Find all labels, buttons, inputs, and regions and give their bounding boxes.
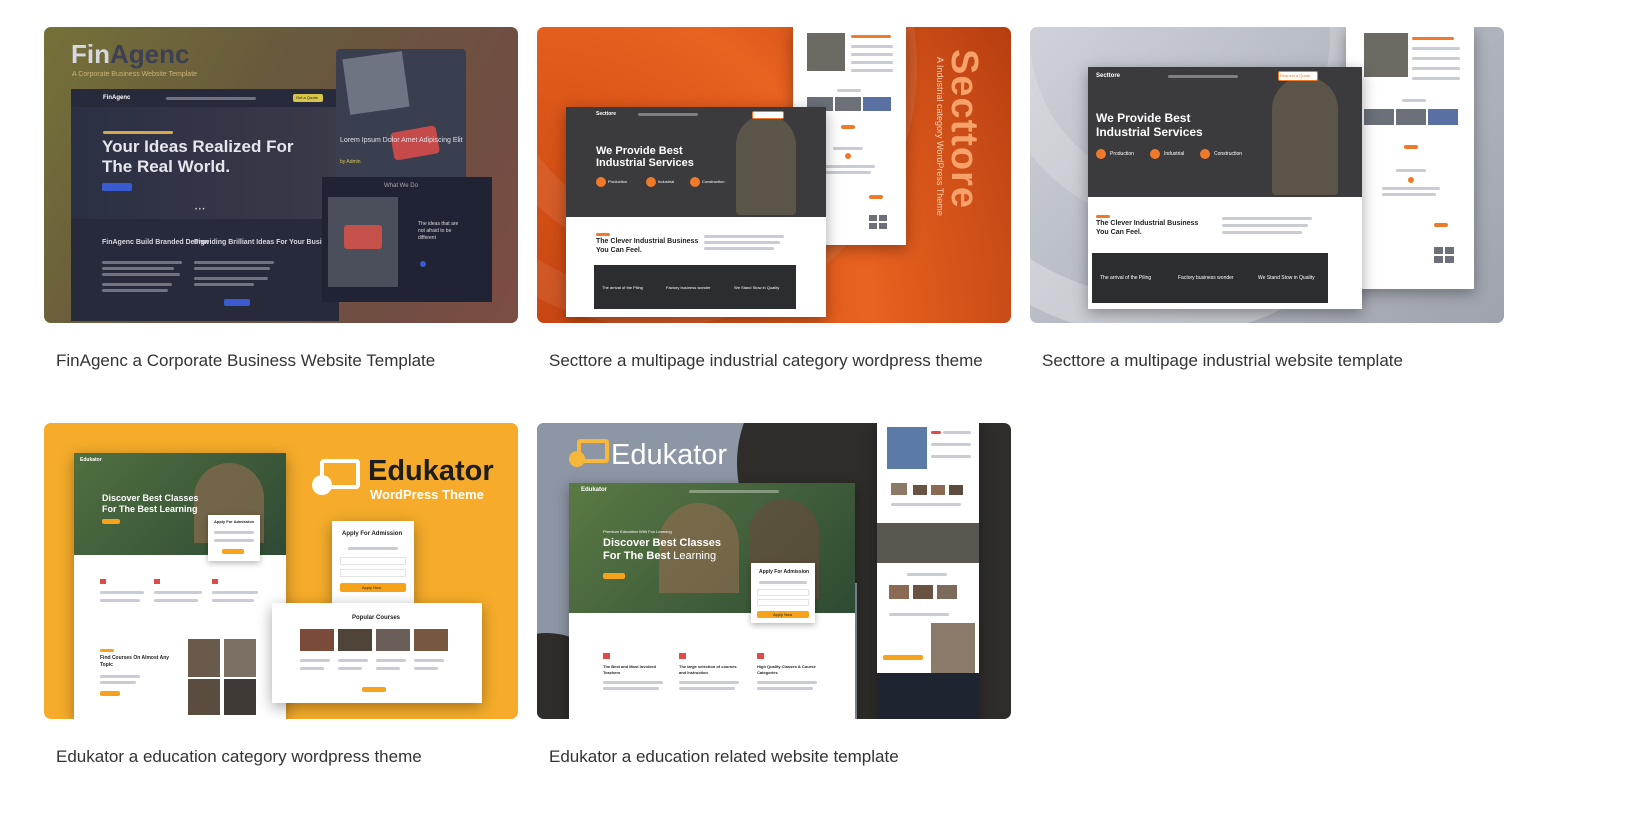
- preview-logo-subtitle: WordPress Theme: [370, 487, 484, 502]
- preview-homepage-mock: Edukator Discover Best Classes For The B…: [74, 453, 286, 719]
- template-preview-image[interactable]: Edukator WordPress Theme Edukator Discov…: [44, 423, 518, 719]
- template-title-link[interactable]: Secttore a multipage industrial category…: [549, 351, 983, 371]
- preview-logo: Edukator: [611, 439, 728, 471]
- preview-brand-vertical: Secttore: [943, 49, 985, 210]
- template-preview-image[interactable]: FinAgenc A Corporate Business Website Te…: [44, 27, 518, 323]
- preview-homepage-mock: Secttore Request a Quote We Provide Best…: [1088, 67, 1362, 309]
- preview-homepage-mock: FinAgenc Get a Quote Your Ideas Realized…: [71, 89, 339, 321]
- preview-courses-mock: Popular Courses: [272, 603, 482, 703]
- preview-admission-form: Apply For Admission Apply Now: [332, 521, 414, 603]
- preview-logo: FinAgenc: [71, 39, 190, 69]
- preview-homepage-mock: Secttore We Provide Best Industrial Serv…: [566, 107, 826, 317]
- preview-hero-line: Your Ideas Realized For: [102, 137, 294, 156]
- template-title-link[interactable]: FinAgenc a Corporate Business Website Te…: [56, 351, 435, 371]
- preview-logo: Edukator: [368, 455, 494, 487]
- preview-homepage-mock: Edukator Premium Education With Fun Lear…: [569, 483, 855, 719]
- preview-side-panel: What We Do The ideas that are not afraid…: [322, 177, 492, 302]
- graduation-screen-icon: [569, 439, 609, 471]
- preview-hero-line: The Real World.: [102, 157, 231, 176]
- preview-inner-page-mock: [877, 423, 979, 719]
- preview-subtitle: A Corporate Business Website Template: [72, 71, 198, 78]
- template-preview-image[interactable]: Edukator Edukator Premium Education With…: [537, 423, 1011, 719]
- template-title-link[interactable]: Edukator a education category wordpress …: [56, 747, 422, 767]
- graduation-screen-icon: [312, 459, 360, 499]
- preview-tagline-vertical: A Industrial category WordPress Theme: [935, 57, 945, 216]
- template-title-link[interactable]: Edukator a education related website tem…: [549, 747, 899, 767]
- template-preview-image[interactable]: Secttore A Industrial category WordPress…: [537, 27, 1011, 323]
- template-preview-image[interactable]: Secttore Request a Quote We Provide Best…: [1030, 27, 1504, 323]
- template-title-link[interactable]: Secttore a multipage industrial website …: [1042, 351, 1403, 371]
- preview-inner-page-mock: [1346, 27, 1474, 289]
